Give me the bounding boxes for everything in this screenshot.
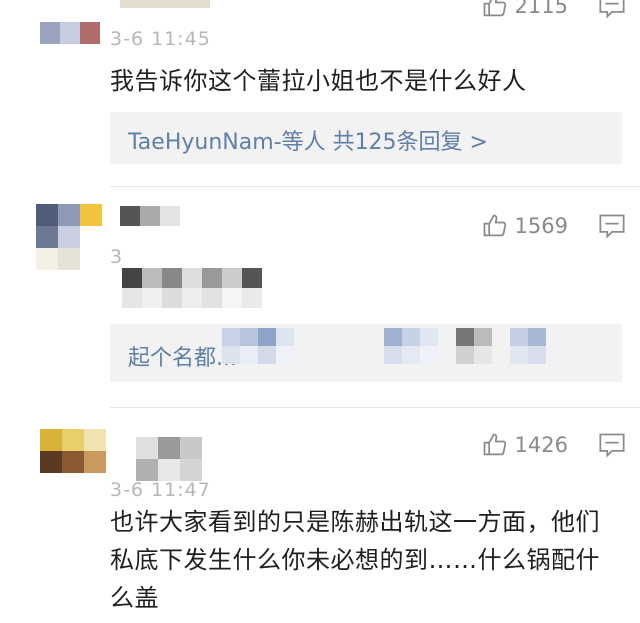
thumbs-up-icon (483, 433, 506, 456)
like-count: 2115 (514, 0, 568, 18)
thumbs-up-icon (483, 214, 506, 237)
view-replies-link[interactable]: 起个名都... (128, 340, 237, 372)
reply-text-blurred (222, 328, 546, 364)
comment-actions: 1426 (481, 431, 626, 459)
reply-summary-box[interactable]: TaeHyunNam-等人 共125条回复 > (110, 112, 622, 164)
comment-divider (110, 186, 640, 187)
comment-item: 3-6 11:47 1426 也许大家看到的只是陈赫出轨这一方面，他们私底下发生… (0, 409, 640, 623)
username-blurred[interactable] (120, 206, 180, 226)
avatar[interactable] (36, 204, 102, 270)
like-button[interactable]: 1426 (481, 431, 568, 459)
comment-timestamp: 3-6 11:45 (110, 28, 211, 50)
username-blurred[interactable] (136, 437, 202, 481)
comment-bubble-icon[interactable] (598, 213, 626, 239)
view-replies-link[interactable]: TaeHyunNam-等人 共125条回复 > (128, 124, 488, 156)
thumbs-up-icon (483, 0, 506, 17)
comment-bubble-icon[interactable] (598, 432, 626, 458)
avatar[interactable] (40, 22, 100, 44)
comment-text-blurred (122, 268, 262, 308)
comment-divider (110, 407, 640, 408)
comment-timestamp: 3 (110, 246, 124, 268)
like-button[interactable]: 2115 (481, 0, 568, 20)
reply-summary-box[interactable]: 起个名都... (110, 324, 622, 382)
username-blurred[interactable] (120, 0, 210, 8)
comment-bubble-icon[interactable] (598, 0, 626, 19)
comment-item: 3-6 11:45 2115 我告诉你这个蕾拉小姐也不是什么好人 TaeHyun… (0, 0, 640, 186)
like-count: 1426 (514, 433, 568, 457)
comment-text: 也许大家看到的只是陈赫出轨这一方面，他们私底下发生什么你未必想的到……什么锅配什… (110, 508, 600, 612)
like-count: 1569 (514, 214, 568, 238)
comment-text: 我告诉你这个蕾拉小姐也不是什么好人 (110, 67, 527, 95)
avatar[interactable] (40, 429, 106, 473)
comment-timestamp: 3-6 11:47 (110, 479, 211, 501)
comment-actions: 1569 (481, 212, 626, 240)
comment-item: 3 1569 起个名都... (0, 188, 640, 406)
like-button[interactable]: 1569 (481, 212, 568, 240)
comment-actions: 2115 (481, 0, 626, 20)
